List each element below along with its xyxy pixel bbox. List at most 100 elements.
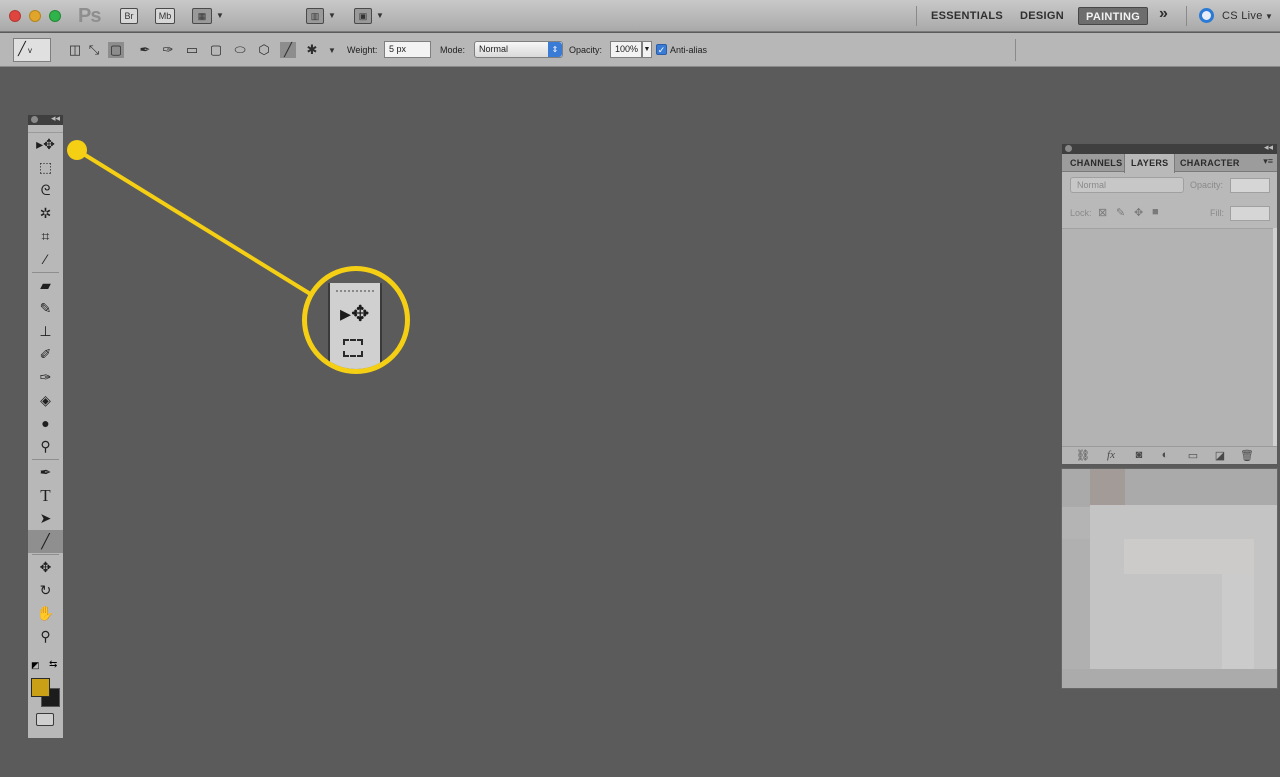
new-layer-icon[interactable]: ◪ <box>1213 449 1227 462</box>
quick-selection-tool[interactable]: ✲ <box>28 202 63 225</box>
bridge-button[interactable]: Br <box>120 8 138 24</box>
window-minimize-button[interactable] <box>29 10 41 22</box>
magnified-marquee-icon <box>343 339 363 357</box>
fx-icon[interactable]: fx <box>1104 449 1118 461</box>
lasso-tool[interactable]: ᘓ <box>28 179 63 202</box>
opacity-input[interactable] <box>1230 178 1270 193</box>
bar-divider <box>916 6 917 26</box>
arrange-documents-button[interactable]: ▥ <box>306 8 324 24</box>
arrange-chevron-down-icon[interactable]: ▼ <box>328 11 336 20</box>
more-workspaces-icon[interactable]: » <box>1159 5 1168 23</box>
eraser-tool[interactable]: ✑ <box>28 366 63 389</box>
tools-panel-grip[interactable] <box>28 125 63 133</box>
group-folder-icon[interactable]: ▭ <box>1186 449 1200 462</box>
swap-colors-icon[interactable]: ⇆ <box>49 659 57 670</box>
fill-pixels-icon[interactable]: ▢ <box>108 42 124 58</box>
brush-tool[interactable]: ✎ <box>28 297 63 320</box>
layers-scrollbar[interactable] <box>1273 228 1277 447</box>
geometry-options-chevron-down-icon[interactable]: ▼ <box>328 46 336 55</box>
mode-label: Mode: <box>440 45 466 55</box>
cs-live-icon[interactable] <box>1199 8 1214 23</box>
ellipse-icon[interactable]: ⬭ <box>232 42 248 58</box>
opacity-chevron-down-icon[interactable]: ▼ <box>642 41 652 58</box>
rounded-rectangle-icon[interactable]: ▢ <box>208 42 224 58</box>
crop-tool[interactable]: ⌗ <box>28 225 63 248</box>
mini-bridge-button[interactable]: Mb <box>155 8 175 24</box>
mode-chevron-icon: ⇕ <box>548 42 562 57</box>
collapse-icon[interactable]: ◂◂ <box>51 113 60 124</box>
workspace-essentials-button[interactable]: ESSENTIALS <box>931 7 1003 25</box>
healing-brush-tool[interactable]: ▰ <box>28 274 63 297</box>
lock-all-icon[interactable]: ■ <box>1152 206 1159 218</box>
tool-divider <box>32 272 59 273</box>
pen-icon[interactable]: ✒ <box>137 42 153 58</box>
window-close-button[interactable] <box>9 10 21 22</box>
tools-panel-header[interactable]: ◂◂ <box>28 113 63 125</box>
history-brush-tool[interactable]: ✐ <box>28 343 63 366</box>
link-icon[interactable]: ⛓ <box>1076 449 1090 462</box>
anti-alias-checkbox[interactable]: ✓ <box>656 44 667 55</box>
window-zoom-button[interactable] <box>49 10 61 22</box>
cs-live-menu[interactable]: CS Live <box>1222 7 1263 25</box>
pen-tool[interactable]: ✒ <box>28 461 63 484</box>
opacity-input[interactable]: 100% <box>610 41 642 58</box>
paint-bucket-tool[interactable]: ◈ <box>28 389 63 412</box>
trash-icon[interactable]: 🗑 <box>1240 449 1254 462</box>
eraser-icon: ✑ <box>39 369 52 385</box>
move-tool[interactable]: ▸✥ <box>28 133 63 156</box>
blur-drop-icon: ● <box>41 415 50 431</box>
mode-select[interactable]: Normal ⇕ <box>474 41 563 58</box>
polygon-icon[interactable]: ⬡ <box>256 42 272 58</box>
quick-mask-button[interactable] <box>36 713 54 726</box>
tab-layers[interactable]: LAYERS <box>1124 154 1176 173</box>
workspace-design-button[interactable]: DESIGN <box>1020 7 1064 25</box>
lock-label: Lock: <box>1070 208 1092 218</box>
blurred-region <box>1062 539 1090 669</box>
3d-orbit-tool[interactable]: ↻ <box>28 579 63 602</box>
adjustment-icon[interactable]: ◐ <box>1158 449 1172 461</box>
workspace-painting-button[interactable]: PAINTING <box>1078 7 1149 25</box>
navigator-panel <box>1061 468 1278 689</box>
line-icon[interactable]: ╱ <box>280 42 296 58</box>
foreground-color-swatch[interactable] <box>31 678 50 697</box>
default-colors-icon[interactable]: ◩ <box>31 660 40 671</box>
bandage-icon: ▰ <box>40 277 51 293</box>
lock-image-brush-icon[interactable]: ✎ <box>1116 206 1125 219</box>
eyedropper-tool[interactable]: ⁄ <box>28 248 63 271</box>
zoom-tool[interactable]: ⚲ <box>28 625 63 648</box>
tab-character[interactable]: CHARACTER <box>1174 154 1246 172</box>
line-tool[interactable]: ╱ <box>28 530 63 553</box>
collapse-icon[interactable]: ◂◂ <box>1264 142 1273 153</box>
clone-stamp-tool[interactable]: ⊥ <box>28 320 63 343</box>
fill-input[interactable] <box>1230 206 1270 221</box>
dodge-tool[interactable]: ⚲ <box>28 435 63 458</box>
marquee-tool[interactable]: ⬚ <box>28 156 63 179</box>
blur-tool[interactable]: ● <box>28 412 63 435</box>
paths-icon[interactable]: ⤡ <box>86 42 102 58</box>
path-selection-tool[interactable]: ➤ <box>28 507 63 530</box>
layers-panel-header[interactable]: ◂◂ <box>1062 142 1277 154</box>
type-tool[interactable]: T <box>28 484 63 507</box>
lock-position-icon[interactable]: ✥ <box>1134 206 1143 219</box>
panel-menu-icon[interactable]: ▾≡ <box>1263 156 1273 167</box>
mask-icon[interactable]: ◙ <box>1132 449 1146 461</box>
custom-shape-icon[interactable]: ✱ <box>304 42 320 58</box>
weight-input[interactable]: 5 px <box>384 41 431 58</box>
tool-preset-picker[interactable]: ╱ v <box>13 38 51 62</box>
lock-transparent-icon[interactable]: ⊠ <box>1098 206 1107 219</box>
view-extras-chevron-down-icon[interactable]: ▼ <box>216 11 224 20</box>
close-icon[interactable] <box>1065 145 1072 152</box>
hand-tool[interactable]: ✋ <box>28 602 63 625</box>
screen-mode-button[interactable]: ▣ <box>354 8 372 24</box>
tab-channels[interactable]: CHANNELS <box>1064 154 1128 172</box>
screen-mode-chevron-down-icon[interactable]: ▼ <box>376 11 384 20</box>
3d-rotate-tool[interactable]: ✥ <box>28 556 63 579</box>
layers-list[interactable] <box>1062 228 1274 447</box>
view-extras-button[interactable]: ▦ <box>192 8 212 24</box>
rectangle-icon[interactable]: ▭ <box>184 42 200 58</box>
shape-layers-icon[interactable]: ◫ <box>67 42 83 58</box>
close-icon[interactable] <box>31 116 38 123</box>
blend-mode-select[interactable]: Normal <box>1070 177 1184 193</box>
cs-live-chevron-down-icon[interactable]: ▼ <box>1265 12 1273 21</box>
freeform-pen-icon[interactable]: ✑ <box>160 42 176 58</box>
